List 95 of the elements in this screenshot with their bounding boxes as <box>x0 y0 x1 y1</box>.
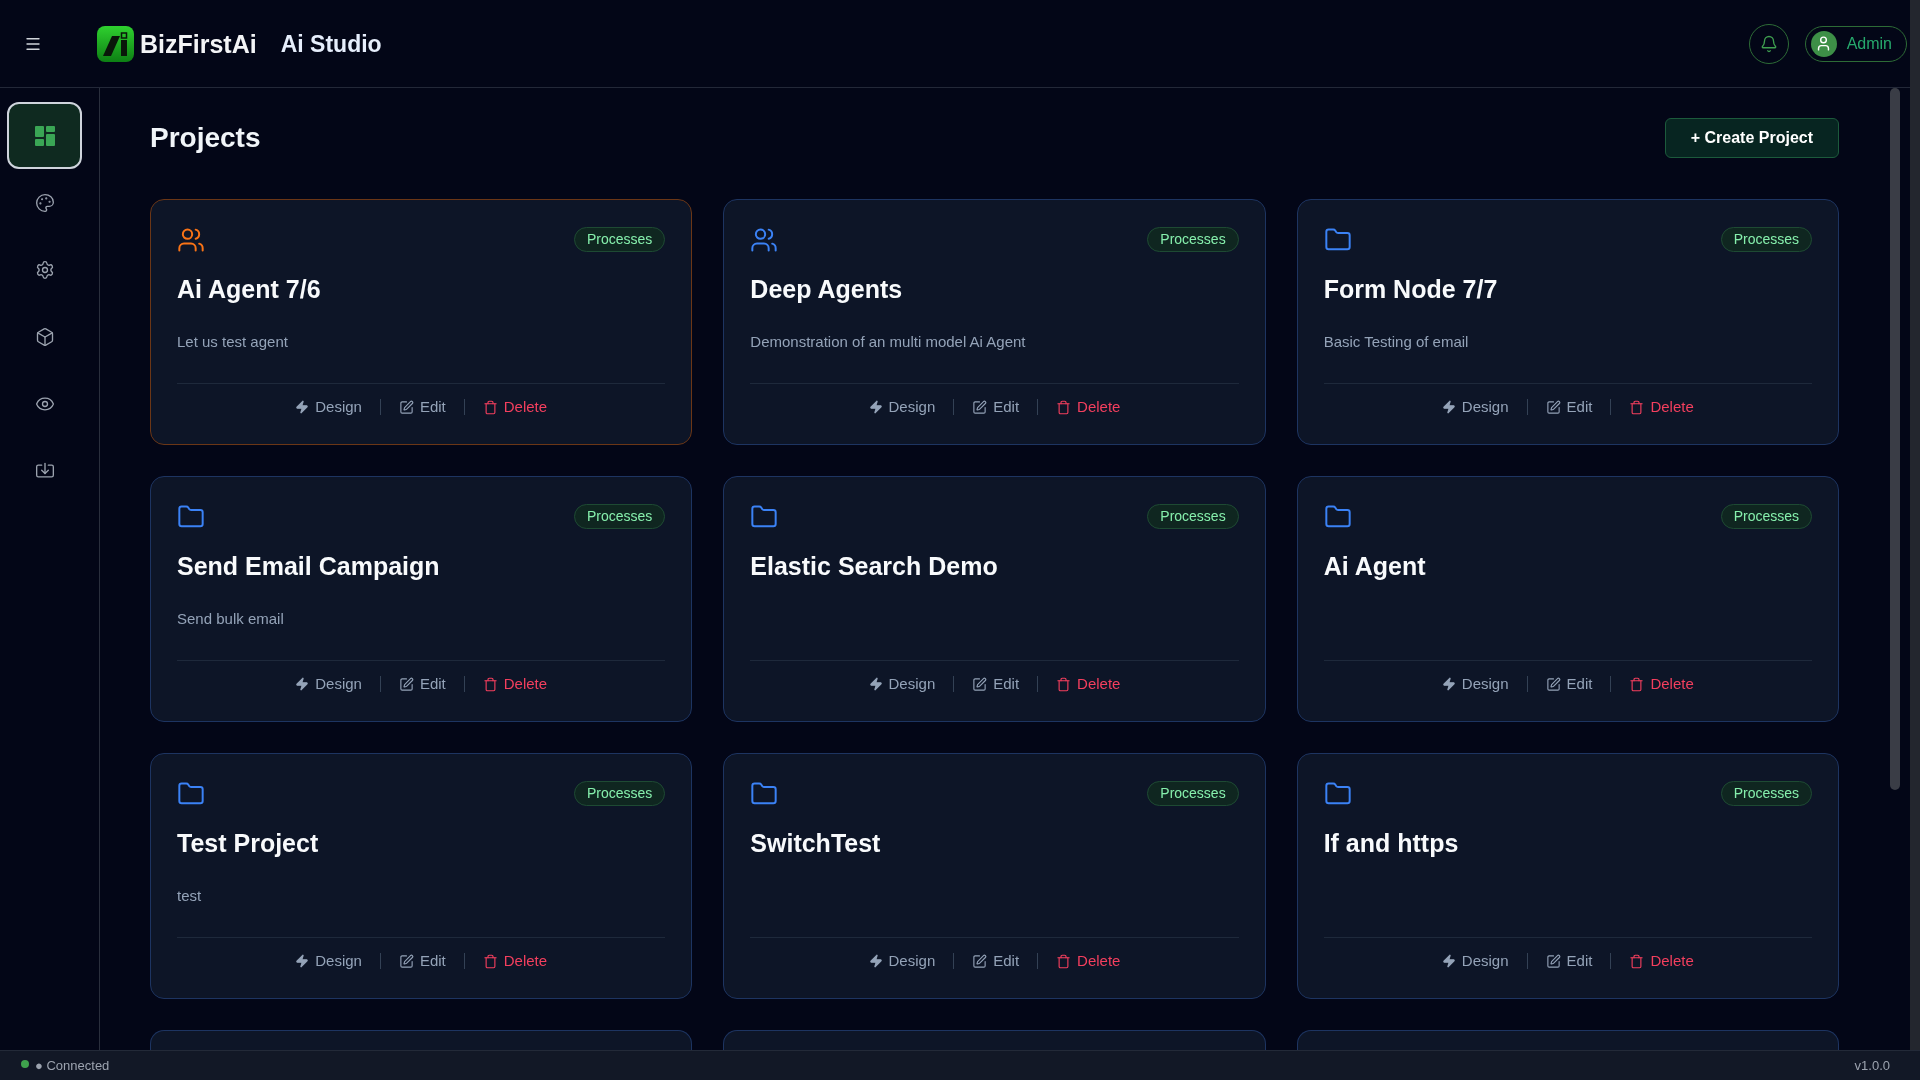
trash-icon <box>482 953 498 969</box>
edit-button[interactable]: Edit <box>398 396 446 418</box>
project-title: Test Project <box>177 828 319 858</box>
delete-button[interactable]: Delete <box>1056 396 1121 418</box>
design-button[interactable]: Design <box>1441 950 1509 972</box>
project-description: Send bulk email <box>177 609 284 629</box>
delete-button[interactable]: Delete <box>1629 673 1694 695</box>
edit-button[interactable]: Edit <box>972 673 1020 695</box>
trash-icon <box>482 399 498 415</box>
trash-icon <box>1629 953 1645 969</box>
trash-icon <box>1056 399 1072 415</box>
delete-button[interactable]: Delete <box>482 396 548 418</box>
project-description: test <box>177 886 202 906</box>
users-icon <box>750 226 779 254</box>
edit-button[interactable]: Edit <box>1545 950 1593 972</box>
pencil-square-icon <box>398 676 414 692</box>
brand-name: BizFirstAi <box>140 28 257 60</box>
type-badge: Processes <box>573 504 666 529</box>
type-badge: Processes <box>1720 227 1812 252</box>
delete-button[interactable]: Delete <box>1629 950 1694 972</box>
type-badge: Processes <box>1720 781 1812 806</box>
delete-button[interactable]: Delete <box>1629 396 1694 418</box>
edit-button[interactable]: Edit <box>398 673 446 695</box>
sidebar-item[interactable] <box>7 102 82 169</box>
trash-icon <box>1629 676 1645 692</box>
design-button[interactable]: Design <box>1441 673 1509 695</box>
pencil-square-icon <box>972 676 988 692</box>
scrollbar-thumb[interactable] <box>1890 88 1900 790</box>
delete-button[interactable]: Delete <box>1056 950 1121 972</box>
download-icon <box>34 460 55 481</box>
edit-button[interactable]: Edit <box>1545 673 1593 695</box>
project-description: Let us test agent <box>177 332 288 352</box>
logo-icon <box>97 25 134 62</box>
type-badge: Processes <box>1147 781 1239 806</box>
delete-button[interactable]: Delete <box>482 950 548 972</box>
version-label: v1.0.0 <box>1854 1056 1890 1075</box>
design-button[interactable]: Design <box>295 950 362 972</box>
delete-button[interactable]: Delete <box>482 673 548 695</box>
pencil-square-icon <box>1545 676 1561 692</box>
project-description: Demonstration of an multi model Ai Agent <box>750 332 1026 352</box>
bolt-icon <box>868 400 883 414</box>
project-title: Send Email Campaign <box>177 551 440 581</box>
pencil-square-icon <box>398 953 414 969</box>
project-title: Elastic Search Demo <box>750 551 998 581</box>
project-title: If and https <box>1323 828 1459 858</box>
bolt-icon <box>295 400 310 414</box>
design-button[interactable]: Design <box>295 673 362 695</box>
users-icon <box>177 226 205 254</box>
bolt-icon <box>1441 954 1456 968</box>
design-button[interactable]: Design <box>868 396 936 418</box>
edit-button[interactable]: Edit <box>398 950 446 972</box>
page-title: Projects <box>150 121 261 155</box>
trash-icon <box>1056 953 1072 969</box>
cube-icon <box>34 326 55 347</box>
project-title: Ai Agent 7/6 <box>177 274 321 304</box>
project-description: Basic Testing of email <box>1323 332 1469 352</box>
dashboard-icon <box>34 125 55 146</box>
palette-icon <box>34 192 55 213</box>
edit-button[interactable]: Edit <box>1545 396 1593 418</box>
bolt-icon <box>1441 400 1456 414</box>
edit-button[interactable]: Edit <box>972 396 1020 418</box>
pencil-square-icon <box>398 399 414 415</box>
type-badge: Processes <box>1720 504 1812 529</box>
bolt-icon <box>295 954 310 968</box>
app-title: Ai Studio <box>280 29 382 59</box>
trash-icon <box>482 676 498 692</box>
create-project-button[interactable]: + Create Project <box>1664 118 1839 158</box>
edit-button[interactable]: Edit <box>972 950 1020 972</box>
user-avatar-icon <box>1810 30 1837 57</box>
delete-button[interactable]: Delete <box>1056 673 1121 695</box>
project-title: Deep Agents <box>750 274 903 304</box>
type-badge: Processes <box>573 227 666 252</box>
design-button[interactable]: Design <box>1441 396 1509 418</box>
bolt-icon <box>868 954 883 968</box>
bolt-icon <box>1441 677 1456 691</box>
design-button[interactable]: Design <box>868 673 936 695</box>
settings-icon <box>34 259 55 280</box>
project-title: SwitchTest <box>750 828 881 858</box>
connection-status: ● Connected <box>35 1056 110 1075</box>
type-badge: Processes <box>1147 227 1239 252</box>
design-button[interactable]: Design <box>295 396 362 418</box>
type-badge: Processes <box>573 781 666 806</box>
trash-icon <box>1629 399 1645 415</box>
pencil-square-icon <box>1545 953 1561 969</box>
project-title: Form Node 7/7 <box>1323 274 1498 304</box>
bell-icon <box>1759 34 1778 53</box>
pencil-square-icon <box>1545 399 1561 415</box>
pencil-square-icon <box>972 953 988 969</box>
pencil-square-icon <box>972 399 988 415</box>
type-badge: Processes <box>1147 504 1239 529</box>
bolt-icon <box>868 677 883 691</box>
project-title: Ai Agent <box>1323 551 1426 581</box>
bolt-icon <box>295 677 310 691</box>
trash-icon <box>1056 676 1072 692</box>
design-button[interactable]: Design <box>868 950 936 972</box>
